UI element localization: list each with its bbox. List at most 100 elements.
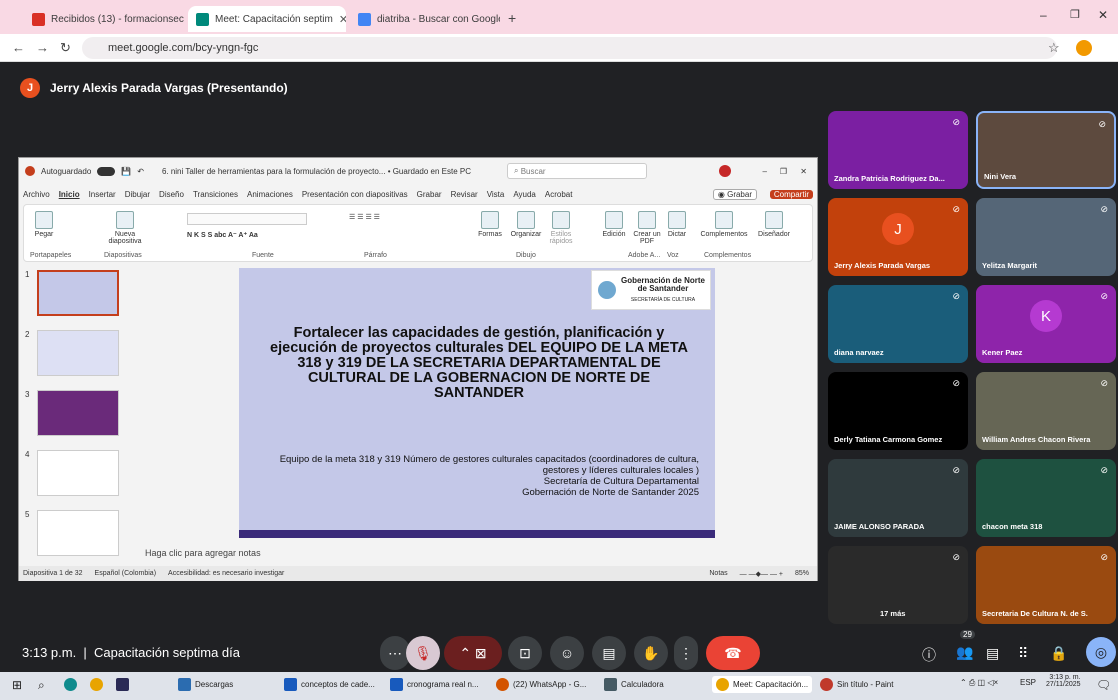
restore-button[interactable]: ❐ [780, 167, 787, 176]
slide-thumbnail[interactable] [37, 330, 119, 376]
font-format-controls[interactable]: N K S S abc A⁻ A⁺ Aa [187, 231, 258, 239]
leave-call-button[interactable]: ☎ [706, 636, 760, 670]
slide-thumbnail[interactable] [37, 450, 119, 496]
participant-tile[interactable]: ⊘ JAIME ALONSO PARADA [828, 459, 968, 537]
menu-insertar[interactable]: Insertar [89, 190, 116, 199]
info-icon[interactable]: ⓘ [922, 645, 936, 665]
paragraph-controls[interactable]: ☰ ☰ ☰ ☰ [349, 213, 380, 221]
menu-diseno[interactable]: Diseño [159, 190, 184, 199]
language-status[interactable]: Español (Colombia) [95, 570, 156, 577]
chat-icon[interactable]: ▤ [986, 645, 999, 662]
notes-toggle[interactable]: Notas [709, 570, 727, 577]
chrome-icon[interactable] [90, 678, 103, 691]
notifications-icon[interactable]: 🗨 [1096, 678, 1111, 692]
camera-off-button[interactable]: ⌃ ⊠ [444, 636, 502, 670]
tab-gmail[interactable]: Recibidos (13) - formacionsecr✕ [24, 6, 184, 32]
taskbar-word-2[interactable]: cronograma real n... [390, 678, 479, 691]
search-input[interactable]: ⌕ Buscar [506, 163, 647, 179]
arrange-button[interactable]: Organizar [508, 211, 544, 238]
participant-tile[interactable]: ⊘ J Jerry Alexis Parada Vargas [828, 198, 968, 276]
slide-thumbnail[interactable] [37, 270, 119, 316]
grabar-button[interactable]: ◉ Grabar [712, 188, 757, 200]
menu-revisar[interactable]: Revisar [451, 190, 478, 199]
addins-button[interactable]: Complementos [696, 211, 752, 238]
taskbar-word-1[interactable]: conceptos de cade... [284, 678, 375, 691]
clock[interactable]: 3:13 p. m. 27/11/2025 [1046, 674, 1081, 688]
save-icon[interactable]: 💾 [121, 167, 131, 176]
app-icon[interactable] [116, 678, 129, 691]
menu-dibujar[interactable]: Dibujar [125, 190, 150, 199]
font-name-select[interactable] [187, 213, 307, 225]
captions-button[interactable]: ▤ [592, 636, 626, 670]
participant-tile[interactable]: ⊘ Yelitza Margarit [976, 198, 1116, 276]
slide-thumbnail[interactable] [37, 510, 119, 556]
tray-icons[interactable]: ⌃ ⎙ ◫ ◁× [960, 678, 998, 688]
emoji-button[interactable]: ☺ [550, 636, 584, 670]
taskbar-whatsapp[interactable]: (22) WhatsApp - G... [496, 678, 586, 691]
accessibility-status[interactable]: Accesibilidad: es necesario investigar [168, 570, 284, 577]
dictate-button[interactable]: Dictar [664, 211, 690, 238]
close-icon[interactable]: ✕ [339, 13, 346, 26]
designer-button[interactable]: Diseñador [754, 211, 794, 238]
close-button[interactable]: ✕ [800, 167, 807, 176]
people-icon[interactable]: 👥 [956, 644, 973, 661]
undo-icon[interactable]: ↶ [137, 167, 144, 176]
menu-inicio[interactable]: Inicio [59, 190, 80, 199]
editing-button[interactable]: Edición [598, 211, 630, 238]
raise-hand-button[interactable]: ✋ [634, 636, 668, 670]
participant-tile[interactable]: ⊘ 17 más [828, 546, 968, 624]
new-tab-button[interactable]: + [508, 10, 516, 26]
maximize-button[interactable]: ❐ [1070, 8, 1080, 21]
shapes-button[interactable]: Formas [474, 211, 506, 238]
taskbar-meet[interactable]: Meet: Capacitación... [712, 676, 813, 693]
microphone-icon[interactable]: 🎙 [406, 636, 440, 670]
taskbar-calculator[interactable]: Calculadora [604, 678, 664, 691]
participant-tile[interactable]: ⊘ K Kener Paez [976, 285, 1116, 363]
menu-transiciones[interactable]: Transiciones [193, 190, 238, 199]
menu-grabar[interactable]: Grabar [417, 190, 442, 199]
slide-thumbnail[interactable] [37, 390, 119, 436]
participant-tile[interactable]: ⊘ William Andres Chacon Rivera [976, 372, 1116, 450]
language-indicator[interactable]: ESP [1020, 678, 1036, 687]
edge-icon[interactable] [64, 678, 77, 691]
bookmark-star-icon[interactable]: ☆ [1048, 40, 1060, 56]
tab-google[interactable]: diatriba - Buscar con Google✕ [350, 6, 500, 32]
menu-animaciones[interactable]: Animaciones [247, 190, 293, 199]
menu-vista[interactable]: Vista [487, 190, 505, 199]
windows-start-icon[interactable]: ⊞ [12, 678, 22, 692]
host-controls-icon[interactable]: 🔒 [1050, 645, 1067, 662]
url-field[interactable]: meet.google.com/bcy-yngn-fgc [82, 37, 1057, 59]
autosave-toggle[interactable] [97, 166, 116, 176]
participant-tile[interactable]: ⊘ chacon meta 318 [976, 459, 1116, 537]
activities-icon[interactable]: ⠿ [1018, 645, 1028, 662]
create-pdf-button[interactable]: Crear un PDF [632, 211, 662, 245]
share-button[interactable]: Compartir [769, 189, 813, 199]
more-button[interactable]: ⋮ [674, 636, 698, 670]
record-icon[interactable] [719, 165, 731, 177]
search-icon[interactable]: ⌕ [38, 678, 45, 693]
participant-tile[interactable]: ⊘ Derly Tatiana Carmona Gomez [828, 372, 968, 450]
reload-icon[interactable]: ↻ [60, 40, 71, 56]
menu-acrobat[interactable]: Acrobat [545, 190, 573, 199]
participant-tile[interactable]: ⊘ Zandra Patricia Rodriguez Da... [828, 111, 968, 189]
participant-tile[interactable]: ⊘ diana narvaez [828, 285, 968, 363]
notes-field[interactable]: Haga clic para agregar notas [145, 548, 261, 558]
profile-avatar[interactable] [1076, 40, 1092, 56]
slide-canvas[interactable]: Gobernación de Norte de Santander SECRETA… [239, 268, 715, 538]
tab-meet[interactable]: Meet: Capacitación septim ✕ [188, 6, 346, 32]
paste-button[interactable]: Pegar [32, 211, 56, 238]
participant-tile[interactable]: ⊘ Nini Vera [976, 111, 1116, 189]
new-slide-button[interactable]: Nueva diapositiva [104, 211, 146, 245]
minimize-button[interactable]: – [763, 167, 767, 176]
zoom-slider[interactable]: — —◆— — + [740, 570, 783, 578]
taskbar-descargas[interactable]: Descargas [178, 678, 233, 691]
companion-icon[interactable]: ◎ [1086, 637, 1116, 667]
minimize-button[interactable]: – [1040, 8, 1047, 22]
participant-tile[interactable]: ⊘ Secretaria De Cultura N. de S. [976, 546, 1116, 624]
window-close-button[interactable]: ✕ [1098, 8, 1108, 22]
forward-icon[interactable]: → [36, 40, 49, 55]
back-icon[interactable]: ← [12, 40, 25, 55]
quick-styles-button[interactable]: Estilos rápidos [544, 211, 578, 245]
taskbar-paint[interactable]: Sin título - Paint [820, 678, 893, 691]
present-button[interactable]: ⊡ [508, 636, 542, 670]
